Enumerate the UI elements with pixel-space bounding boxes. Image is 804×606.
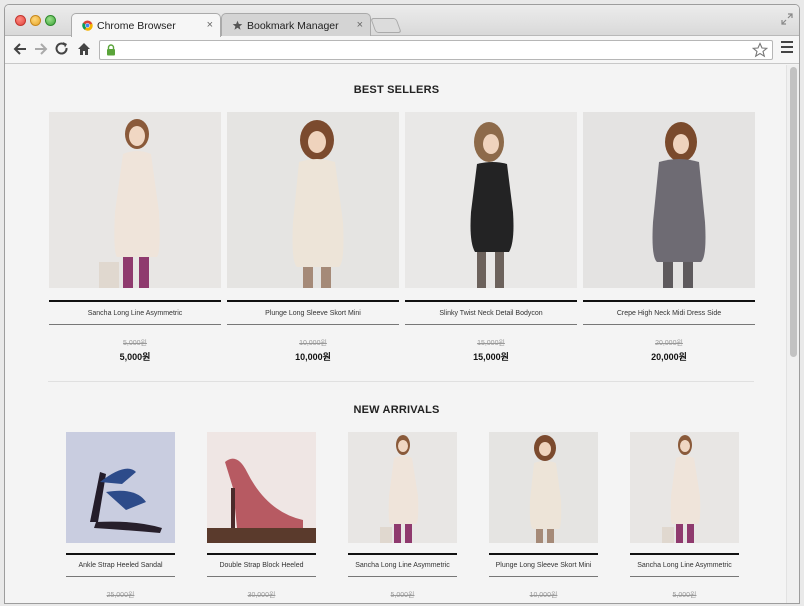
product-card[interactable]: Slinky Twist Neck Detail Bodycon 15,000원… [405, 112, 577, 372]
product-card[interactable]: Sancha Long Line Asymmetric 5,000원 [630, 432, 739, 603]
star-icon [232, 20, 243, 30]
original-price: 10,000원 [299, 340, 327, 347]
product-name[interactable]: Double Strap Block Heeled [207, 553, 316, 577]
product-name[interactable]: Sancha Long Line Asymmetric [630, 553, 739, 577]
lock-icon [107, 44, 115, 56]
product-card[interactable]: Plunge Long Sleeve Skort Mini 10,000원 10… [227, 112, 399, 372]
sale-price: 15,000원 [473, 352, 509, 362]
original-price: 5,000원 [123, 340, 147, 347]
product-name[interactable]: Crepe High Neck Midi Dress Side [583, 300, 755, 325]
product-card[interactable]: Double Strap Block Heeled 30,000원 [207, 432, 316, 603]
sale-price: 5,000원 [119, 352, 151, 362]
chrome-icon [82, 20, 93, 31]
minimize-window-button[interactable] [30, 15, 41, 26]
product-image[interactable] [227, 112, 399, 288]
product-card[interactable]: Sancha Long Line Asymmetric 5,000원 5,000… [49, 112, 221, 372]
tab-label: Bookmark Manager [247, 19, 339, 32]
scrollbar-thumb[interactable] [790, 67, 797, 357]
product-image[interactable] [348, 432, 457, 543]
original-price: 5,000원 [672, 592, 697, 599]
zoom-window-button[interactable] [45, 15, 56, 26]
product-name[interactable]: Plunge Long Sleeve Skort Mini [489, 553, 598, 577]
tab-close-icon[interactable]: × [357, 19, 363, 31]
product-card[interactable]: Crepe High Neck Midi Dress Side 20,000원 … [583, 112, 755, 372]
sale-price: 20,000원 [651, 352, 687, 362]
back-arrow-icon[interactable] [13, 40, 27, 58]
original-price: 20,000원 [655, 340, 683, 347]
original-price: 30,000원 [247, 592, 276, 599]
product-card[interactable]: Ankle Strap Heeled Sandal 25,000원 [66, 432, 175, 603]
product-image[interactable] [489, 432, 598, 543]
original-price: 25,000원 [106, 592, 135, 599]
product-image[interactable] [207, 432, 316, 543]
product-name[interactable]: Slinky Twist Neck Detail Bodycon [405, 300, 577, 325]
product-image[interactable] [630, 432, 739, 543]
close-window-button[interactable] [15, 15, 26, 26]
product-image[interactable] [583, 112, 755, 288]
tab-label: Chrome Browser [97, 19, 176, 32]
forward-arrow-icon[interactable] [34, 40, 48, 58]
product-name[interactable]: Sancha Long Line Asymmetric [49, 300, 221, 325]
page-content: BEST SELLERS Sancha Long Line Asymmetric… [5, 65, 788, 603]
original-price: 10,000원 [529, 592, 558, 599]
new-arrivals-title: NEW ARRIVALS [353, 404, 440, 416]
bookmark-star-icon[interactable] [752, 41, 768, 59]
original-price: 15,000원 [477, 340, 505, 347]
section-divider [48, 381, 754, 382]
browser-toolbar [5, 36, 799, 64]
browser-window: Chrome Browser × Bookmark Manager × BEST… [4, 4, 800, 604]
tab-close-icon[interactable]: × [207, 19, 213, 31]
sale-price: 10,000원 [295, 352, 331, 362]
product-card[interactable]: Plunge Long Sleeve Skort Mini 10,000원 [489, 432, 598, 603]
original-price: 5,000원 [390, 592, 415, 599]
best-sellers-title: BEST SELLERS [353, 84, 440, 96]
title-bar: Chrome Browser × Bookmark Manager × [5, 5, 799, 37]
vertical-scrollbar[interactable] [786, 65, 799, 603]
reload-icon[interactable] [55, 40, 69, 58]
tab-chrome-browser[interactable]: Chrome Browser × [71, 13, 221, 37]
product-name[interactable]: Sancha Long Line Asymmetric [348, 553, 457, 577]
tab-bookmark-manager[interactable]: Bookmark Manager × [221, 13, 371, 37]
product-name[interactable]: Plunge Long Sleeve Skort Mini [227, 300, 399, 325]
home-icon[interactable] [77, 40, 91, 58]
address-bar[interactable] [99, 40, 773, 60]
product-image[interactable] [49, 112, 221, 288]
chrome-menu-icon[interactable] [781, 41, 793, 56]
product-image[interactable] [405, 112, 577, 288]
new-tab-button[interactable] [370, 18, 402, 33]
product-card[interactable]: Sancha Long Line Asymmetric 5,000원 [348, 432, 457, 603]
product-image[interactable] [66, 432, 175, 543]
product-name[interactable]: Ankle Strap Heeled Sandal [66, 553, 175, 577]
fullscreen-icon[interactable] [781, 13, 793, 25]
